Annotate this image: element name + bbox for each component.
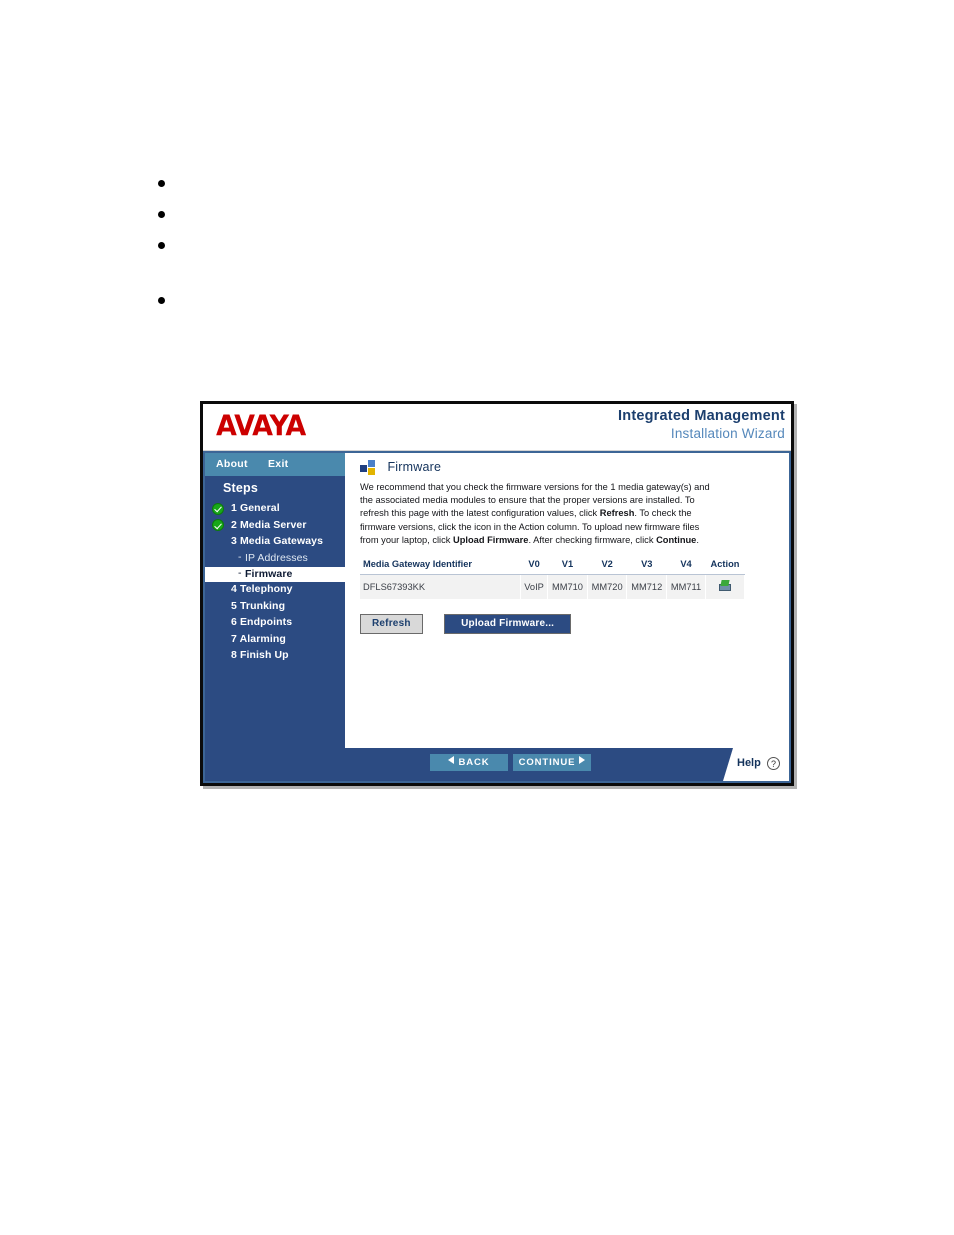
column-header-v4: V4 [666, 556, 706, 575]
firmware-table: Media Gateway Identifier V0 V1 V2 V3 V4 … [360, 556, 745, 599]
cell-identifier: DFLS67393KK [360, 574, 521, 599]
cell-v3: MM712 [626, 574, 668, 599]
table-row: DFLS67393KK VoIP MM710 MM720 MM712 MM711 [360, 574, 745, 599]
help-label: Help [737, 757, 761, 769]
exit-link[interactable]: Exit [268, 458, 288, 470]
cell-v4: MM711 [666, 574, 706, 599]
content-panel: Firmware We recommend that you check the… [345, 453, 789, 748]
sidebar-item-label: 3 Media Gateways [231, 535, 324, 547]
sidebar-item-label: 5 Trunking [231, 599, 286, 612]
check-icon [212, 519, 224, 531]
list-item [152, 172, 772, 203]
sidebar-item-label: 1 General [231, 502, 280, 514]
column-header-v1: V1 [547, 556, 588, 575]
check-icon [212, 502, 224, 515]
column-header-v0: V0 [520, 556, 548, 575]
list-item [152, 234, 772, 289]
list-item [152, 203, 772, 234]
product-title: Integrated Management Installation Wizar… [618, 408, 785, 442]
refresh-button[interactable]: Refresh [360, 614, 423, 634]
sidebar: About Exit Steps 1 General 2 Media Serve… [205, 453, 345, 748]
bullet-dot-icon [158, 242, 165, 249]
sidebar-topnav: About Exit [205, 453, 345, 476]
help-tab[interactable]: Help ? [723, 748, 789, 781]
sidebar-item-media-gateways[interactable]: 3 Media Gateways [205, 534, 345, 551]
media-module-chip-icon[interactable] [718, 580, 732, 592]
continue-button-label: CONTINUE [518, 757, 576, 768]
table-header-row: Media Gateway Identifier V0 V1 V2 V3 V4 … [360, 556, 745, 575]
steps-heading: Steps [223, 481, 259, 495]
sidebar-item-media-server[interactable]: 2 Media Server [205, 518, 345, 535]
sidebar-item-label: 6 Endpoints [231, 616, 293, 628]
sidebar-item-label: Firmware [245, 568, 293, 580]
about-link[interactable]: About [216, 458, 248, 470]
sidebar-item-label: IP Addresses [245, 551, 308, 564]
question-mark-icon: ? [767, 757, 780, 770]
cell-v2: MM720 [587, 574, 628, 599]
sidebar-item-label: 7 Alarming [231, 632, 286, 645]
cell-v0: VoIP [520, 574, 549, 599]
sidebar-item-ip-addresses[interactable]: - IP Addresses [205, 551, 345, 568]
sidebar-item-finish-up[interactable]: 8 Finish Up [205, 648, 345, 665]
avaya-logo: AVAYA [216, 410, 306, 443]
window-frame: About Exit Steps 1 General 2 Media Serve… [203, 451, 791, 783]
firmware-squares-icon [360, 460, 376, 476]
column-header-action: Action [705, 556, 745, 575]
sidebar-item-label: 2 Media Server [231, 518, 307, 531]
cell-action [705, 574, 745, 599]
column-header-v3: V3 [626, 556, 667, 575]
sidebar-item-endpoints[interactable]: 6 Endpoints [205, 615, 345, 632]
sidebar-item-firmware[interactable]: - Firmware [205, 567, 345, 582]
bullet-dash-icon: - [238, 550, 242, 563]
page-title-label: Firmware [387, 460, 442, 474]
back-button[interactable]: BACK [430, 754, 508, 771]
steps-list: 1 General 2 Media Server 3 Media Gateway… [205, 501, 345, 665]
sidebar-item-general[interactable]: 1 General [205, 501, 345, 518]
sidebar-item-telephony[interactable]: 4 Telephony [205, 582, 345, 599]
product-title-line2: Installation Wizard [670, 425, 785, 441]
arrow-right-icon [579, 756, 586, 764]
sidebar-item-trunking[interactable]: 5 Trunking [205, 599, 345, 616]
back-button-label: BACK [458, 757, 490, 768]
page-description: We recommend that you check the firmware… [360, 482, 710, 545]
sidebar-item-alarming[interactable]: 7 Alarming [205, 632, 345, 649]
action-button-row: Refresh Upload Firmware... [360, 613, 572, 634]
installation-wizard-window: AVAYA Integrated Management Installation… [200, 401, 794, 786]
page-title: Firmware [360, 460, 441, 480]
bullet-dot-icon [158, 211, 165, 218]
application-header: AVAYA Integrated Management Installation… [203, 404, 791, 451]
column-header-identifier: Media Gateway Identifier [360, 556, 521, 575]
upload-firmware-button[interactable]: Upload Firmware... [444, 614, 572, 634]
sidebar-item-label: 4 Telephony [231, 583, 293, 595]
continue-button[interactable]: CONTINUE [513, 754, 591, 771]
sidebar-item-label: 8 Finish Up [231, 649, 289, 661]
bullet-dot-icon [158, 297, 165, 304]
list-item [152, 289, 772, 320]
bullet-dot-icon [158, 180, 165, 187]
arrow-left-icon [448, 756, 455, 764]
product-title-line1: Integrated Management [618, 408, 785, 424]
wizard-footer: BACK CONTINUE Help ? [205, 748, 789, 781]
bullet-dash-icon: - [238, 567, 242, 579]
column-header-v2: V2 [587, 556, 627, 575]
document-bullet-list [152, 172, 772, 320]
cell-v1: MM710 [547, 574, 588, 599]
